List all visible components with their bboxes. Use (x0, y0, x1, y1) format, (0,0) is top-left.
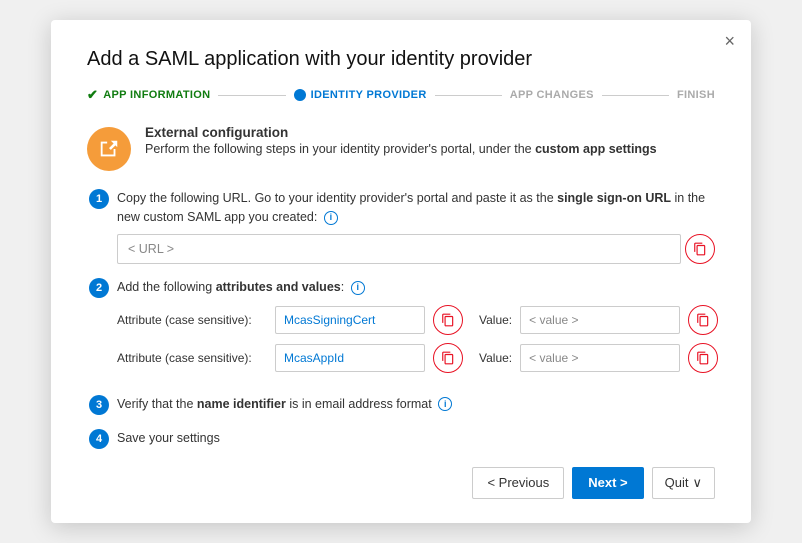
copy-attr-2-button[interactable] (433, 343, 463, 373)
instruction-step-2: 2 Add the following attributes and value… (87, 278, 715, 381)
step-4-desc: Save your settings (117, 429, 715, 448)
copy-icon (696, 313, 710, 327)
copy-val-1-button[interactable] (688, 305, 718, 335)
copy-icon (441, 351, 455, 365)
step-finish-label: FINISH (677, 89, 715, 101)
step-2-row: 2 Add the following attributes and value… (89, 278, 715, 381)
step-app-changes-label: APP CHANGES (510, 89, 594, 101)
step-identity-label: IDENTITY PROVIDER (311, 89, 427, 101)
step-4-content: Save your settings (117, 429, 715, 448)
info-icon-2[interactable]: i (351, 281, 365, 295)
val-label-2: Value: (479, 351, 512, 365)
step-2-num: 2 (89, 278, 109, 298)
ext-config-subtitle: Perform the following steps in your iden… (145, 142, 657, 156)
quit-button[interactable]: Quit ∨ (652, 467, 715, 499)
quit-caret-icon: ∨ (692, 475, 702, 491)
ext-subtitle-bold: custom app settings (535, 142, 657, 156)
val-label-1: Value: (479, 313, 512, 327)
step-3-desc: Verify that the name identifier is in em… (117, 395, 715, 414)
instruction-step-4: 4 Save your settings (87, 429, 715, 449)
step-app-info: ✔ APP INFORMATION (87, 87, 210, 103)
step-dot-2 (294, 89, 306, 101)
ext-config-title: External configuration (145, 125, 657, 140)
step-3-num: 3 (89, 395, 109, 415)
step-identity-provider: IDENTITY PROVIDER (294, 89, 427, 101)
step-3-after: is in email address format (286, 397, 432, 411)
step-1-bold: single sign-on URL (557, 191, 671, 205)
attribute-row-2: Attribute (case sensitive): Value: (117, 343, 718, 373)
copy-icon (441, 313, 455, 327)
step-2-before: Add the following (117, 280, 216, 294)
val-input-1[interactable] (520, 306, 680, 334)
copy-icon (696, 351, 710, 365)
copy-attr-1-button[interactable] (433, 305, 463, 335)
instruction-step-1: 1 Copy the following URL. Go to your ide… (87, 189, 715, 264)
attr-input-2[interactable] (275, 344, 425, 372)
copy-icon (693, 242, 707, 256)
step-2-after: : (341, 280, 344, 294)
url-input[interactable] (117, 234, 681, 264)
step-1-desc: Copy the following URL. Go to your ident… (117, 189, 715, 227)
step-1-num: 1 (89, 189, 109, 209)
step-3-content: Verify that the name identifier is in em… (117, 395, 715, 414)
info-icon-1[interactable]: i (324, 211, 338, 225)
ext-icon-container (87, 127, 131, 171)
step-1-content: Copy the following URL. Go to your ident… (117, 189, 715, 264)
step-app-changes: APP CHANGES (510, 89, 594, 101)
step-3-before: Verify that the (117, 397, 197, 411)
ext-subtitle-before: Perform the following steps in your iden… (145, 142, 535, 156)
step-4-row: 4 Save your settings (89, 429, 715, 449)
next-button[interactable]: Next > (572, 467, 643, 499)
info-icon-3[interactable]: i (438, 397, 452, 411)
copy-val-2-button[interactable] (688, 343, 718, 373)
step-finish: FINISH (677, 89, 715, 101)
step-3-row: 3 Verify that the name identifier is in … (89, 395, 715, 415)
saml-dialog: × Add a SAML application with your ident… (51, 20, 751, 522)
close-button[interactable]: × (724, 32, 735, 50)
step-1-before: Copy the following URL. Go to your ident… (117, 191, 557, 205)
step-4-num: 4 (89, 429, 109, 449)
ext-config-text: External configuration Perform the follo… (145, 125, 657, 156)
step-2-bold: attributes and values (216, 280, 341, 294)
step-check-icon: ✔ (87, 87, 98, 103)
previous-button[interactable]: < Previous (472, 467, 564, 499)
quit-label: Quit (665, 475, 689, 490)
external-config-header: External configuration Perform the follo… (87, 125, 715, 171)
external-link-icon (98, 138, 120, 160)
attribute-row-1: Attribute (case sensitive): Value: (117, 305, 718, 335)
step-2-desc: Add the following attributes and values:… (117, 278, 718, 297)
copy-url-button[interactable] (685, 234, 715, 264)
step-app-info-label: APP INFORMATION (103, 89, 210, 101)
step-1-row: 1 Copy the following URL. Go to your ide… (89, 189, 715, 264)
step-line-3 (602, 95, 669, 96)
step-line-1 (218, 95, 285, 96)
attr-input-1[interactable] (275, 306, 425, 334)
dialog-title: Add a SAML application with your identit… (87, 48, 715, 71)
attr-label-2: Attribute (case sensitive): (117, 351, 267, 365)
step-4-text: Save your settings (117, 431, 220, 445)
dialog-footer: < Previous Next > Quit ∨ (87, 467, 715, 499)
url-row (117, 234, 715, 264)
step-line-2 (435, 95, 502, 96)
attr-label-1: Attribute (case sensitive): (117, 313, 267, 327)
step-3-bold: name identifier (197, 397, 286, 411)
val-input-2[interactable] (520, 344, 680, 372)
attributes-section: Attribute (case sensitive): Value: (117, 305, 718, 373)
instruction-step-3: 3 Verify that the name identifier is in … (87, 395, 715, 415)
steps-bar: ✔ APP INFORMATION IDENTITY PROVIDER APP … (87, 87, 715, 103)
step-2-content: Add the following attributes and values:… (117, 278, 718, 381)
